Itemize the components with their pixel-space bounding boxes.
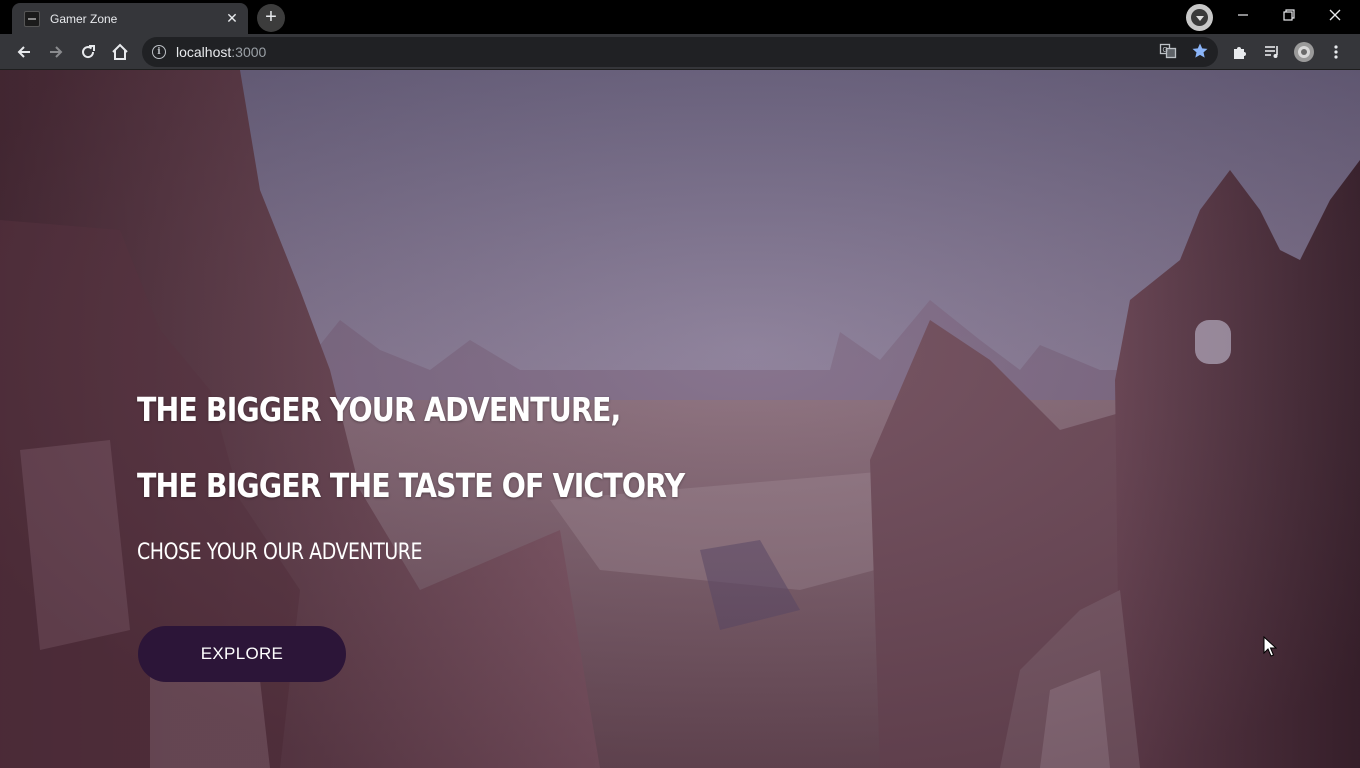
tab-strip: Gamer Zone ✕ + <box>0 0 1360 34</box>
bookmark-star-button[interactable] <box>1188 39 1212 63</box>
browser-menu-button[interactable] <box>1322 38 1350 66</box>
tab-title: Gamer Zone <box>50 11 118 26</box>
extensions-button[interactable] <box>1226 38 1254 66</box>
hero-heading-line2: THE BIGGER THE TASTE OF VICTORY <box>137 466 685 505</box>
profile-button[interactable] <box>1290 38 1318 66</box>
chevron-down-icon <box>1191 9 1208 26</box>
back-icon <box>17 46 30 58</box>
close-icon <box>1329 9 1341 21</box>
translate-icon: G <box>1159 43 1177 59</box>
browser-toolbar: i localhost:3000 G <box>0 34 1360 70</box>
translate-button[interactable]: G <box>1156 39 1180 63</box>
home-button[interactable] <box>106 38 134 66</box>
back-button[interactable] <box>10 38 38 66</box>
forward-button[interactable] <box>42 38 70 66</box>
new-tab-button[interactable]: + <box>257 4 285 32</box>
url-host: localhost <box>176 44 232 60</box>
url-text: localhost:3000 <box>176 44 266 60</box>
svg-text:G: G <box>1163 47 1168 54</box>
tab-search-button[interactable] <box>1186 4 1213 31</box>
media-control-button[interactable] <box>1258 38 1286 66</box>
hero-subheading: CHOSE YOUR OUR ADVENTURE <box>137 540 423 565</box>
url-port: :3000 <box>231 44 267 60</box>
minimize-button[interactable] <box>1220 0 1266 30</box>
explore-button[interactable]: EXPLORE <box>138 626 346 682</box>
close-window-button[interactable] <box>1312 0 1358 30</box>
reload-icon <box>82 45 95 59</box>
restore-icon <box>1283 9 1295 21</box>
kebab-menu-icon <box>1334 45 1338 59</box>
forward-icon <box>50 46 63 58</box>
media-control-icon <box>1265 46 1278 58</box>
page-viewport: THE BIGGER YOUR ADVENTURE, THE BIGGER TH… <box>0 70 1360 768</box>
restore-button[interactable] <box>1266 0 1312 30</box>
extensions-icon <box>1234 47 1246 59</box>
home-icon <box>112 43 128 60</box>
favicon-icon <box>24 10 40 27</box>
star-icon <box>1192 43 1208 58</box>
hero-heading-line1: THE BIGGER YOUR ADVENTURE, <box>137 390 621 429</box>
minimize-icon <box>1238 14 1248 16</box>
profile-avatar-icon <box>1294 42 1314 62</box>
tab-close-button[interactable]: ✕ <box>222 9 242 29</box>
address-bar[interactable]: i localhost:3000 <box>142 37 1218 67</box>
reload-button[interactable] <box>74 38 102 66</box>
mouse-cursor-icon <box>1263 636 1277 657</box>
info-icon[interactable]: i <box>152 45 166 59</box>
browser-tab[interactable]: Gamer Zone ✕ <box>12 3 248 34</box>
